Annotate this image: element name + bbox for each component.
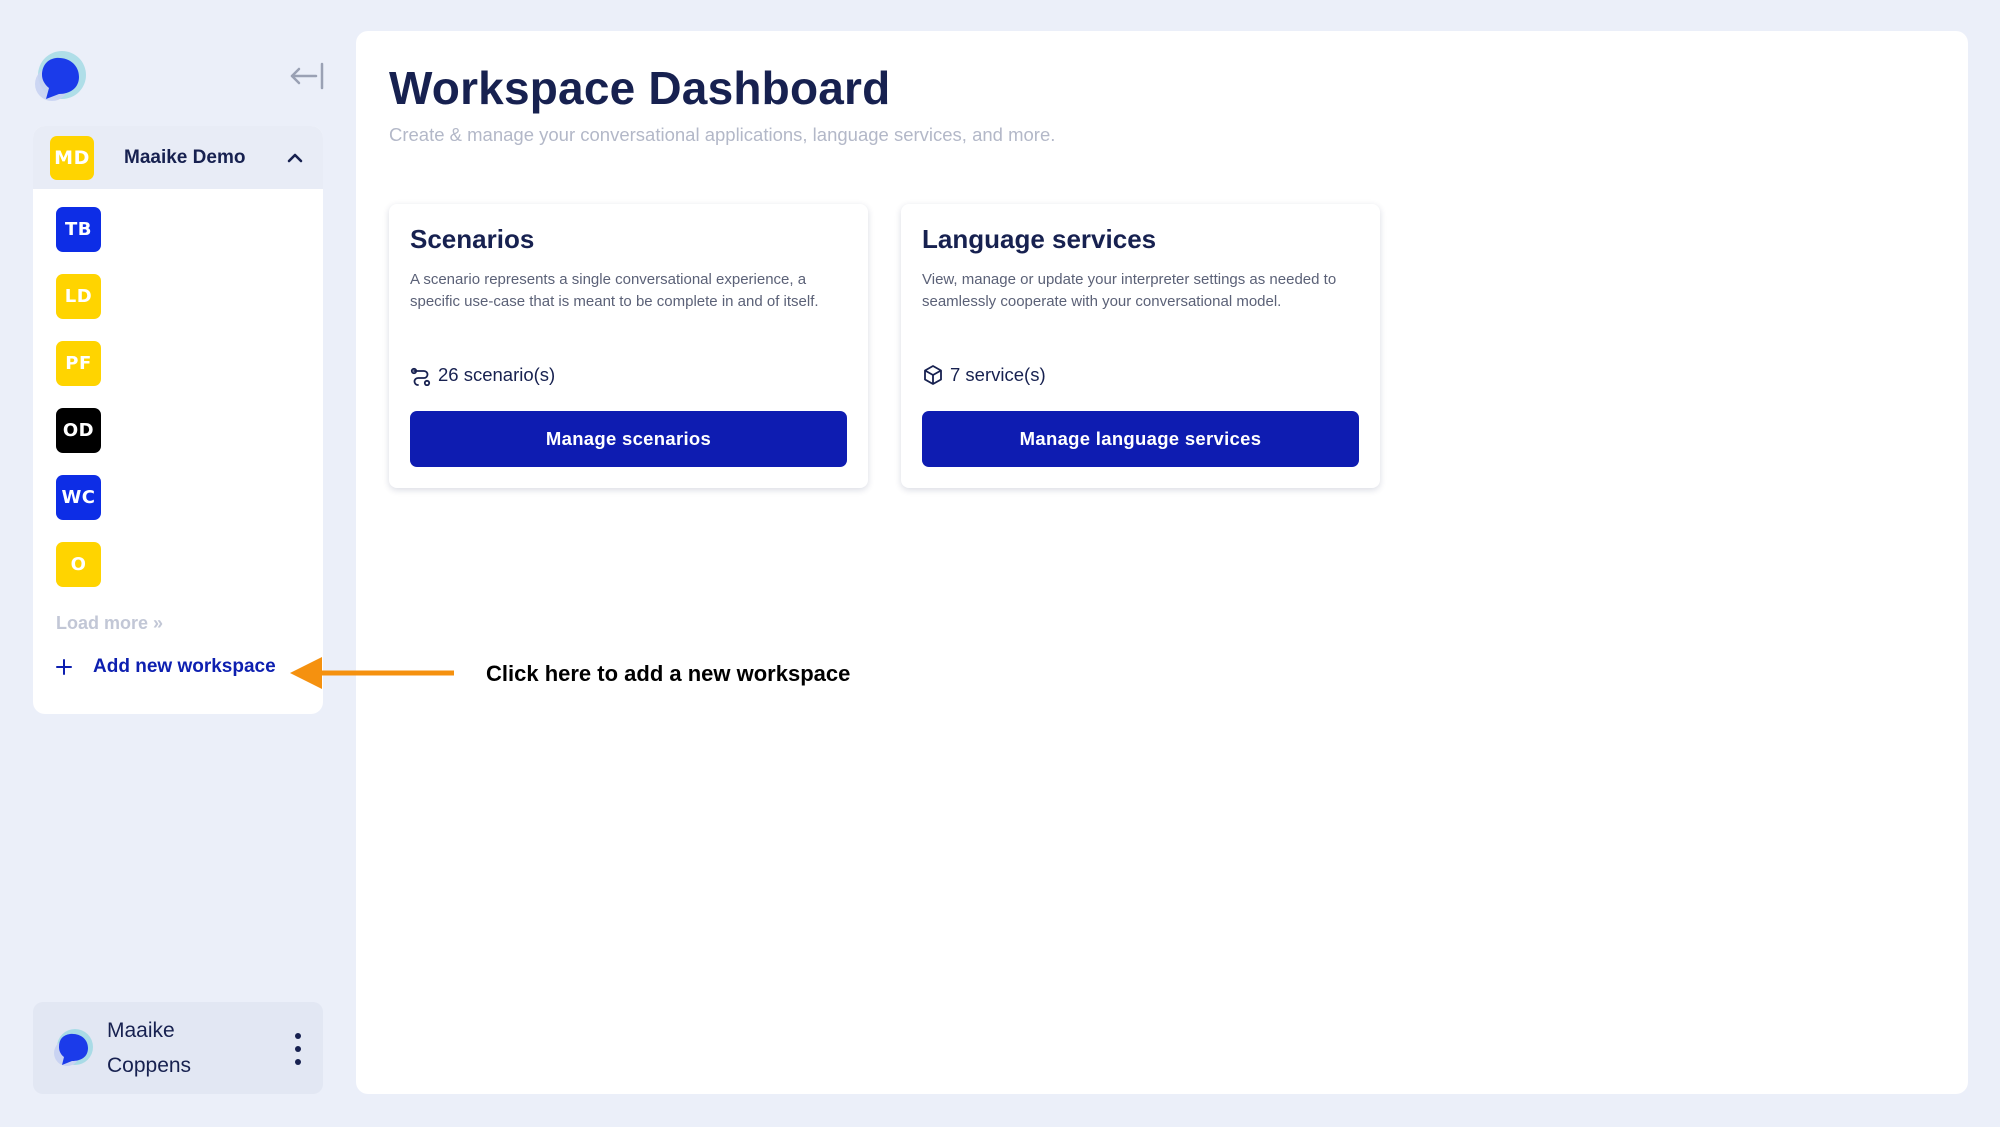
card-description: View, manage or update your interpreter …: [922, 271, 1337, 310]
current-workspace-badge: MD: [50, 135, 94, 180]
annotation-text: Click here to add a new workspace: [486, 661, 851, 686]
cube-icon: [924, 365, 942, 385]
page-title: Workspace Dashboard: [389, 62, 891, 114]
avatar: [54, 1029, 93, 1066]
plus-icon: [56, 659, 72, 675]
collapse-sidebar-icon[interactable]: [286, 60, 326, 92]
add-new-workspace-label: Add new workspace: [93, 656, 276, 677]
manage-language-services-button[interactable]: Manage language services: [922, 411, 1359, 467]
scenarios-card: Scenarios A scenario represents a single…: [389, 204, 868, 488]
current-workspace-header[interactable]: MD Maaike Demo: [33, 126, 323, 189]
scenario-count-label: 26 scenario(s): [438, 364, 556, 385]
load-more-link[interactable]: Load more »: [56, 613, 163, 634]
user-name: Maaike Coppens: [107, 1013, 191, 1083]
scenario-count: 26 scenario(s): [410, 364, 555, 386]
more-options-icon[interactable]: [293, 1032, 303, 1066]
workspace-list: TB LD PF OD WC O: [33, 189, 323, 587]
workspace-panel: MD Maaike Demo TB LD PF OD WC O Load mor…: [33, 126, 323, 714]
workspace-item[interactable]: TB: [56, 207, 101, 252]
current-workspace-name: Maaike Demo: [124, 146, 246, 168]
service-count: 7 service(s): [922, 364, 1046, 386]
manage-scenarios-button[interactable]: Manage scenarios: [410, 411, 847, 467]
app-logo-icon[interactable]: [32, 48, 90, 106]
route-icon: [410, 367, 431, 386]
annotation-arrow-icon: [290, 657, 454, 689]
chevron-up-icon[interactable]: [285, 148, 305, 168]
workspace-item[interactable]: OD: [56, 408, 101, 453]
workspace-item[interactable]: WC: [56, 475, 101, 520]
user-panel[interactable]: Maaike Coppens: [33, 1002, 323, 1094]
card-title: Scenarios: [410, 224, 535, 254]
workspace-item[interactable]: LD: [56, 274, 101, 319]
workspace-item[interactable]: O: [56, 542, 101, 587]
card-description: A scenario represents a single conversat…: [410, 271, 819, 310]
workspace-item[interactable]: PF: [56, 341, 101, 386]
page-subtitle: Create & manage your conversational appl…: [389, 124, 1056, 145]
user-last-name: Coppens: [107, 1054, 192, 1077]
language-services-card: Language services View, manage or update…: [901, 204, 1380, 488]
main-content: Workspace Dashboard Create & manage your…: [356, 31, 1968, 1094]
card-title: Language services: [922, 224, 1157, 254]
service-count-label: 7 service(s): [950, 364, 1046, 385]
user-first-name: Maaike: [107, 1019, 175, 1042]
add-new-workspace-button[interactable]: Add new workspace: [53, 656, 276, 678]
